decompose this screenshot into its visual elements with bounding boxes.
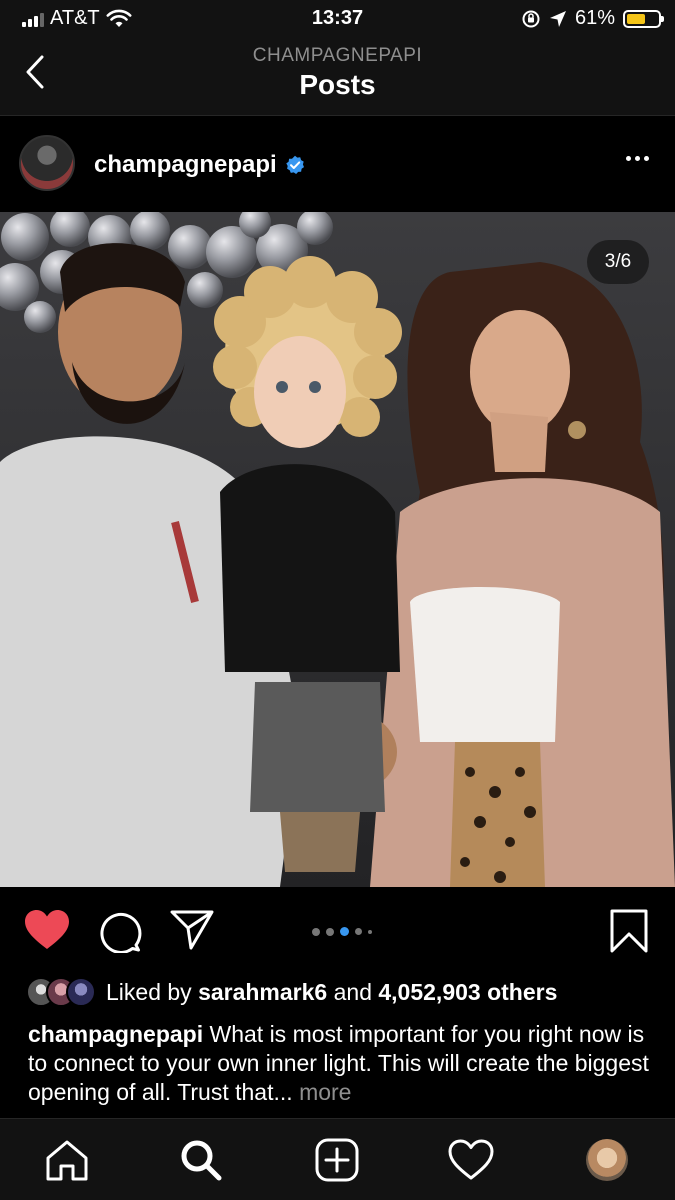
post-header: champagnepapi bbox=[0, 116, 675, 212]
likes-text: Liked by sarahmark6 and 4,052,903 others bbox=[106, 979, 557, 1006]
carousel-dot bbox=[326, 927, 334, 936]
tab-activity[interactable] bbox=[448, 1137, 494, 1183]
location-icon bbox=[549, 10, 566, 27]
more-dot bbox=[635, 156, 640, 161]
post-caption: champagnepapi What is most important for… bbox=[28, 1020, 658, 1107]
tab-bar bbox=[0, 1118, 675, 1200]
activity-icon bbox=[448, 1139, 494, 1180]
post-photo[interactable]: 3/6 bbox=[0, 212, 675, 887]
orientation-lock-icon bbox=[522, 10, 540, 27]
post-action-bar bbox=[0, 887, 675, 971]
caption-more-link[interactable]: more bbox=[299, 1079, 351, 1105]
post-image bbox=[0, 212, 675, 887]
battery-fill bbox=[627, 13, 646, 24]
comment-button[interactable] bbox=[98, 909, 142, 958]
home-icon bbox=[46, 1140, 88, 1181]
post-username-row[interactable]: champagnepapi bbox=[94, 151, 305, 179]
likes-count[interactable]: 4,052,903 others bbox=[378, 979, 557, 1005]
profile-handle: CHAMPAGNEPAPI bbox=[252, 45, 423, 66]
save-button[interactable] bbox=[610, 909, 648, 958]
like-button[interactable] bbox=[24, 909, 70, 956]
profile-avatar bbox=[586, 1139, 628, 1181]
tab-new-post[interactable] bbox=[314, 1137, 360, 1183]
status-bar: AT&T 13:37 61% bbox=[0, 0, 675, 38]
new-post-icon bbox=[315, 1138, 359, 1182]
likes-and: and bbox=[333, 978, 372, 1005]
carousel-dot bbox=[312, 927, 320, 936]
search-icon bbox=[181, 1140, 222, 1181]
carousel-dot bbox=[355, 928, 362, 935]
page-title: Posts bbox=[299, 69, 376, 100]
more-options-button[interactable] bbox=[626, 156, 649, 161]
verified-badge-icon bbox=[286, 155, 304, 174]
tab-profile[interactable] bbox=[584, 1137, 630, 1183]
likes-row[interactable]: Liked by sarahmark6 and 4,052,903 others bbox=[26, 974, 557, 1010]
user-avatar[interactable] bbox=[19, 135, 75, 191]
carousel-dot bbox=[340, 927, 349, 936]
liker-avatar bbox=[66, 977, 96, 1007]
first-liker[interactable]: sarahmark6 bbox=[198, 979, 327, 1005]
more-dot bbox=[626, 156, 631, 161]
woman-figure bbox=[370, 262, 675, 887]
carousel-counter: 3/6 bbox=[587, 240, 649, 284]
status-right: 61% bbox=[521, 7, 664, 30]
heart-filled-icon bbox=[25, 910, 69, 949]
caption-username[interactable]: champagnepapi bbox=[28, 1021, 203, 1047]
bookmark-icon bbox=[610, 909, 648, 953]
battery-icon bbox=[623, 9, 664, 28]
likes-prefix: Liked by bbox=[106, 978, 192, 1005]
tab-home[interactable] bbox=[44, 1137, 90, 1183]
tab-search[interactable] bbox=[178, 1137, 224, 1183]
more-dot bbox=[644, 156, 649, 161]
battery-percent: 61% bbox=[574, 7, 615, 29]
nav-header: CHAMPAGNEPAPI Posts bbox=[0, 38, 675, 116]
share-button[interactable] bbox=[170, 909, 214, 956]
carousel-dots bbox=[312, 927, 372, 936]
post-username[interactable]: champagnepapi bbox=[94, 151, 277, 179]
carousel-dot bbox=[368, 929, 372, 934]
comment-icon bbox=[100, 912, 142, 954]
send-icon bbox=[170, 910, 214, 950]
